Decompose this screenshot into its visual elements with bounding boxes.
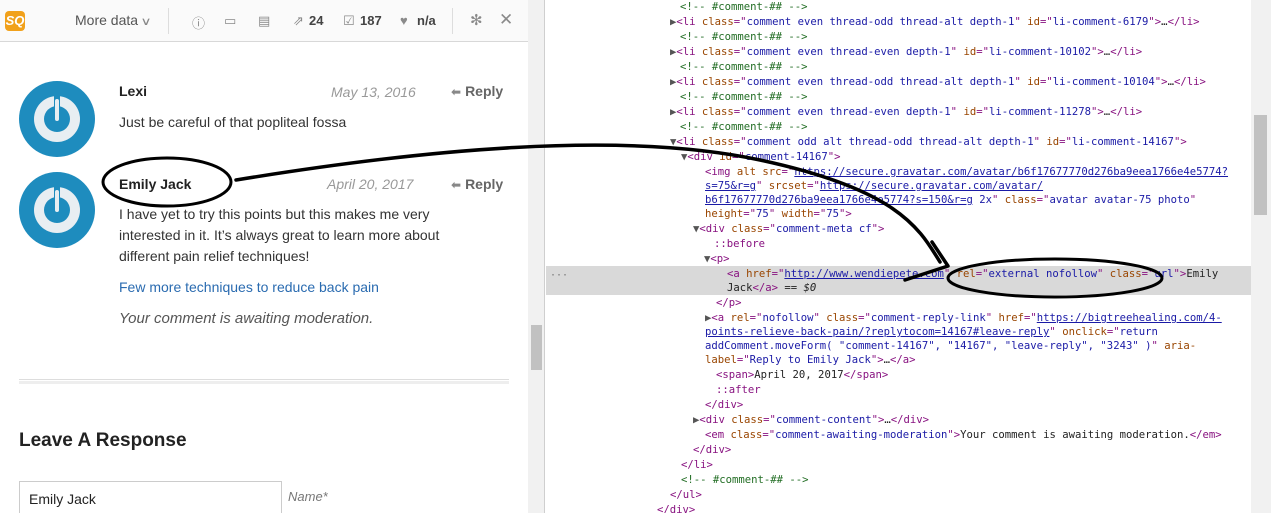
dom-line[interactable]: </div> xyxy=(693,443,731,458)
more-data-dropdown[interactable]: More data ∨ xyxy=(75,12,152,28)
name-label: Name* xyxy=(288,489,328,504)
comment-text: I have yet to try this points but this m… xyxy=(119,206,440,264)
node-actions-ellipsis[interactable]: ··· xyxy=(550,270,568,281)
more-data-label: More data xyxy=(75,12,139,28)
dom-line-selected[interactable]: Jack</a> == $0 xyxy=(727,281,816,296)
webpage-pane: SQ More data ∨ ⓘ ▭ ▤ ⇗ 24 ☑ 187 ♥ n/a ✻ ✕… xyxy=(0,0,545,513)
dom-line[interactable]: label="Reply to Emily Jack">…</a> xyxy=(705,353,916,368)
heart-rate-icon[interactable]: ♥ xyxy=(400,13,408,28)
dom-line[interactable]: </ul> xyxy=(670,488,702,503)
dom-line[interactable]: s=75&r=g" srcset="https://secure.gravata… xyxy=(705,179,1043,194)
scrollbar-thumb[interactable] xyxy=(531,325,542,370)
dom-line[interactable]: ▼<li class="comment odd alt thread-odd t… xyxy=(670,135,1187,150)
comment-author[interactable]: Emily Jack xyxy=(119,176,191,192)
rank-value: n/a xyxy=(417,13,436,28)
reply-link[interactable]: ⬅ Reply xyxy=(451,176,503,192)
chevron-down-icon: ∨ xyxy=(140,16,152,28)
dom-line-selected[interactable]: <a href="http://www.wendiepete.com" rel=… xyxy=(727,267,1218,282)
page-scrollbar[interactable] xyxy=(528,0,544,513)
dom-line[interactable]: ▼<p> xyxy=(704,252,730,267)
comment-link[interactable]: Few more techniques to reduce back pain xyxy=(119,279,379,295)
monitor-icon[interactable]: ▭ xyxy=(224,13,236,29)
dom-line[interactable]: points-relieve-back-pain/?replytocom=141… xyxy=(705,325,1158,340)
dom-line[interactable]: b6f17677770d276ba9eea1766e4e5774?s=150&r… xyxy=(705,193,1196,208)
comment-author[interactable]: Lexi xyxy=(119,83,147,99)
gear-icon[interactable]: ✻ xyxy=(470,11,483,29)
dom-line[interactable]: height="75" width="75"> xyxy=(705,207,852,222)
dom-line[interactable]: ▼<div class="comment-meta cf"> xyxy=(693,222,884,237)
dom-line[interactable]: ▶<li class="comment even thread-odd thre… xyxy=(670,15,1199,30)
comment-date: May 13, 2016 xyxy=(331,84,416,100)
dom-line[interactable]: <!-- #comment-## --> xyxy=(680,60,808,75)
dom-line[interactable]: addComment.moveForm( "comment-14167", "1… xyxy=(705,339,1196,354)
backlinks-icon[interactable]: ☑ xyxy=(343,13,355,29)
respond-heading: Leave A Response xyxy=(19,430,187,451)
seoquake-toolbar: SQ More data ∨ ⓘ ▭ ▤ ⇗ 24 ☑ 187 ♥ n/a ✻ ✕ xyxy=(0,0,528,42)
dom-line[interactable]: <em class="comment-awaiting-moderation">… xyxy=(705,428,1222,443)
dom-line[interactable]: ▶<div class="comment-content">…</div> xyxy=(693,413,929,428)
devtools-elements-panel: ··· <!-- #comment-## --> ▶<li class="com… xyxy=(546,0,1271,513)
dom-line[interactable]: ▶<a rel="nofollow" class="comment-reply-… xyxy=(705,311,1222,326)
reply-label: Reply xyxy=(465,83,504,99)
dom-line[interactable]: <!-- #comment-## --> xyxy=(680,120,808,135)
divider xyxy=(19,379,509,384)
comment-date: April 20, 2017 xyxy=(327,176,414,192)
close-icon[interactable]: ✕ xyxy=(499,10,513,30)
dom-line[interactable]: ▶<li class="comment even thread-even dep… xyxy=(670,45,1142,60)
toolbar-divider xyxy=(168,8,169,34)
dom-line[interactable]: ▶<li class="comment even thread-odd thre… xyxy=(670,75,1206,90)
dom-line[interactable]: <!-- #comment-## --> xyxy=(680,30,808,45)
document-icon[interactable]: ▤ xyxy=(258,13,270,29)
dom-line[interactable]: <!-- #comment-## --> xyxy=(680,90,808,105)
moderation-notice: Your comment is awaiting moderation. xyxy=(119,310,374,327)
share-count: 24 xyxy=(309,13,324,28)
reply-label: Reply xyxy=(465,176,504,192)
avatar xyxy=(19,172,95,248)
info-icon[interactable]: ⓘ xyxy=(192,13,205,32)
dom-line[interactable]: </div> xyxy=(657,503,695,513)
dom-line[interactable]: </div> xyxy=(705,398,743,413)
comment-text: Just be careful of that popliteal fossa xyxy=(119,114,347,130)
toolbar-divider xyxy=(452,8,453,34)
avatar xyxy=(19,81,95,157)
dom-line[interactable]: <span>April 20, 2017</span> xyxy=(716,368,888,383)
dom-line[interactable]: <!-- #comment-## --> xyxy=(680,0,808,15)
dom-line[interactable]: ▼<div id="comment-14167"> xyxy=(681,150,841,165)
devtools-scrollbar[interactable] xyxy=(1251,0,1271,513)
dom-line[interactable]: ::before xyxy=(714,237,765,252)
dom-line[interactable]: ▶<li class="comment even thread-even dep… xyxy=(670,105,1142,120)
seoquake-logo[interactable]: SQ xyxy=(5,11,25,31)
dom-line[interactable]: </p> xyxy=(716,296,742,311)
dom-line[interactable]: <img alt src="https://secure.gravatar.co… xyxy=(705,165,1228,180)
reply-arrow-icon: ⬅ xyxy=(451,85,462,99)
links-count: 187 xyxy=(360,13,382,28)
dom-line[interactable]: <!-- #comment-## --> xyxy=(681,473,809,488)
reply-arrow-icon: ⬅ xyxy=(451,178,462,192)
dom-line[interactable]: </li> xyxy=(681,458,713,473)
reply-link[interactable]: ⬅ Reply xyxy=(451,83,503,99)
external-link-icon[interactable]: ⇗ xyxy=(293,13,304,29)
name-field[interactable] xyxy=(19,481,282,513)
dom-line[interactable]: ::after xyxy=(716,383,761,398)
scrollbar-thumb[interactable] xyxy=(1254,115,1267,215)
